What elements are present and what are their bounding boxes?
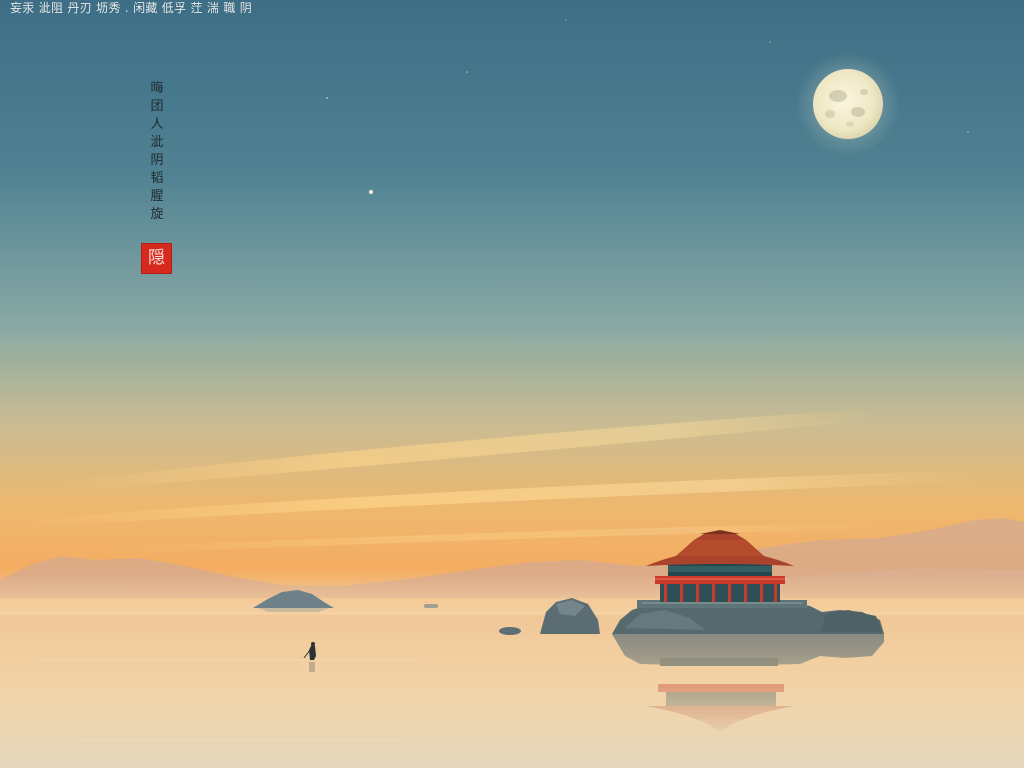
poem-glyph: 团: [150, 99, 164, 114]
moon: [796, 52, 900, 156]
painting-scene: 妄汞 泚阻 丹刃 坜秀 . 闲藏 低孚 茳 湍 職 阴 晦 团 人 泚 阴 韬 …: [0, 0, 1024, 768]
poem-glyph: 阴: [150, 153, 164, 168]
red-seal-stamp: 隠: [141, 243, 172, 274]
poem-glyph: 旋: [150, 207, 164, 222]
poem-glyph: 晦: [150, 81, 164, 96]
poem-glyph: 人: [150, 117, 164, 132]
seal-text: 隠: [148, 248, 165, 268]
vertical-poem: 晦 团 人 泚 阴 韬 腥 旋: [146, 80, 168, 224]
poem-glyph: 泚: [150, 135, 164, 150]
poem-glyph: 腥: [150, 189, 164, 204]
poem-glyph: 韬: [150, 171, 164, 186]
caption-text: 妄汞 泚阻 丹刃 坜秀 . 闲藏 低孚 茳 湍 職 阴: [10, 1, 253, 15]
